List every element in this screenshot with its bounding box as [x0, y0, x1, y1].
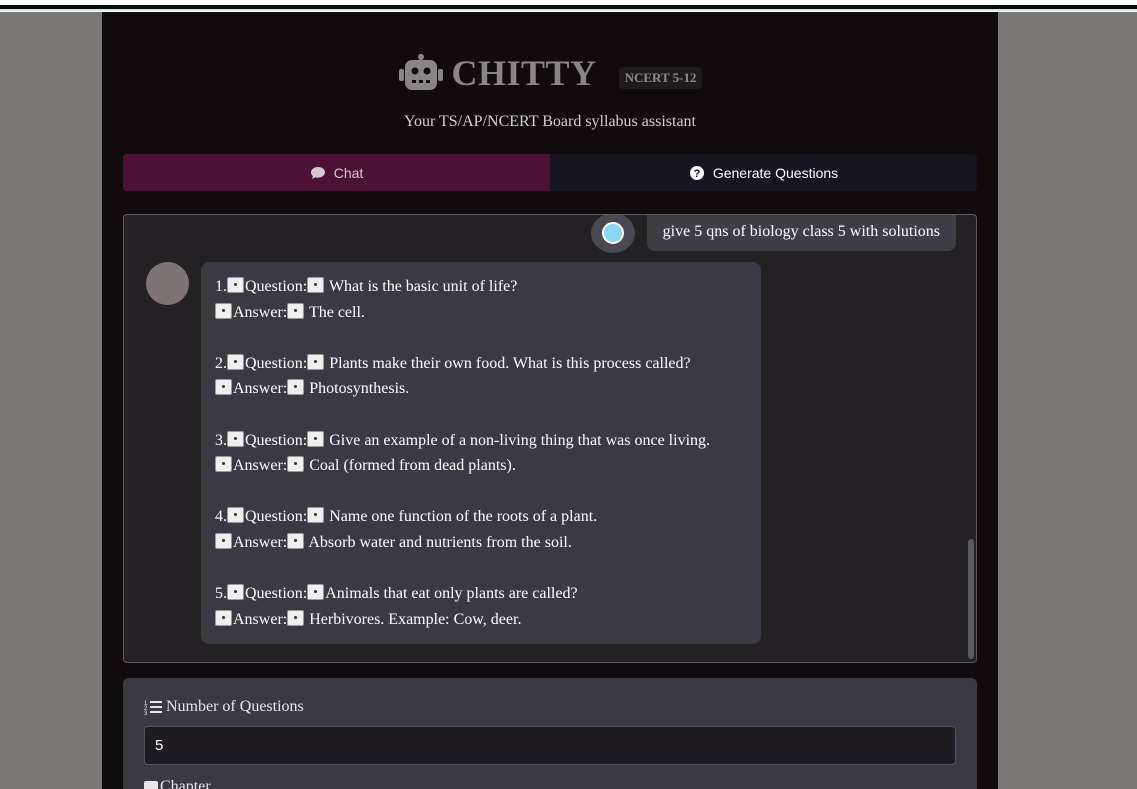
placeholder-glyph-icon: [215, 609, 232, 626]
placeholder-glyph-icon: [287, 302, 305, 319]
qa-item: 5. Question: Animals that eat only plants …: [215, 581, 747, 632]
app-title: CHITTY: [451, 53, 597, 93]
svg-text:?: ?: [693, 168, 700, 180]
question-label: Question:: [245, 354, 308, 372]
question-label: Question:: [245, 431, 308, 449]
num-questions-label-row: 1 2 3 Number of Questions: [144, 698, 304, 716]
placeholder-glyph-icon: [227, 353, 244, 370]
placeholder-glyph-icon: [227, 430, 244, 447]
placeholder-glyph-icon: [215, 456, 232, 473]
placeholder-glyph-icon: [307, 430, 325, 447]
placeholder-glyph-icon: [307, 353, 325, 370]
bot-message-row: 1. Question: What is the basic unit of li…: [146, 262, 761, 645]
placeholder-glyph-icon: [227, 507, 244, 524]
app-subtitle: Your TS/AP/NCERT Board syllabus assistan…: [404, 113, 696, 130]
placeholder-glyph-icon: [307, 584, 325, 601]
browser-top-strip: [0, 0, 1137, 12]
question-line: 4. Question: Name one function of the roo…: [215, 504, 747, 530]
robot-icon: [398, 54, 443, 90]
mode-tabs: Chat ? Generate Questions: [123, 154, 977, 191]
user-avatar: [590, 215, 635, 253]
answer-label: Answer:: [233, 457, 288, 475]
tab-generate-questions[interactable]: ? Generate Questions: [550, 154, 977, 191]
question-line: 1. Question: What is the basic unit of li…: [215, 274, 747, 300]
placeholder-glyph-icon: [215, 302, 232, 319]
question-number: 5.: [215, 585, 227, 603]
question-text: Animals that eat only plants are called?: [325, 585, 578, 603]
placeholder-glyph-icon: [287, 456, 305, 473]
placeholder-glyph-icon: [287, 532, 305, 549]
chat-bubble-icon: [310, 166, 325, 179]
answer-text: The cell.: [308, 303, 365, 321]
answer-text: Photosynthesis.: [309, 380, 410, 398]
answer-line: Answer: The cell.: [215, 300, 747, 326]
svg-text:3: 3: [144, 711, 148, 715]
chapter-icon: [144, 781, 158, 789]
placeholder-glyph-icon: [287, 379, 305, 396]
question-label: Question:: [245, 278, 308, 295]
answer-label: Answer:: [233, 610, 288, 628]
qa-item: 3. Question: Give an example of a non-liv…: [215, 428, 747, 479]
user-avatar-dot: [601, 222, 624, 244]
question-text: Give an example of a non-living thing th…: [329, 431, 711, 449]
num-questions-label: Number of Questions: [166, 698, 304, 715]
question-number: 2.: [215, 354, 227, 372]
question-line: 2. Question: Plants make their own food. …: [215, 351, 747, 377]
user-message: give 5 qns of biology class 5 with solut…: [646, 215, 956, 251]
placeholder-glyph-icon: [215, 379, 232, 396]
question-text: Plants make their own food. What is this…: [329, 354, 691, 372]
tab-chat[interactable]: Chat: [123, 154, 550, 191]
qa-item: 2. Question: Plants make their own food. …: [215, 351, 747, 402]
question-label: Question:: [245, 585, 308, 603]
app-container: CHITTY NCERT 5-12 Your TS/AP/NCERT Board…: [102, 12, 998, 789]
answer-text: Absorb water and nutrients from the soil…: [308, 533, 572, 551]
answer-text: Coal (formed from dead plants).: [309, 457, 516, 475]
tab-chat-label: Chat: [333, 164, 364, 181]
app-header: CHITTY NCERT 5-12: [102, 48, 998, 98]
answer-line: Answer: Herbivores. Example: Cow, deer.: [215, 607, 747, 633]
question-settings-panel: 1 2 3 Number of Questions Chapter: [123, 678, 977, 789]
question-number: 3.: [215, 431, 227, 449]
numbered-list-icon: 1 2 3: [144, 701, 162, 715]
qa-item: 4. Question: Name one function of the roo…: [215, 504, 747, 555]
placeholder-glyph-icon: [287, 609, 305, 626]
answer-line: Answer: Absorb water and nutrients from …: [215, 530, 747, 556]
question-label: Question:: [245, 508, 308, 526]
bot-message: 1. Question: What is the basic unit of li…: [201, 262, 761, 645]
question-text: Name one function of the roots of a plan…: [329, 508, 598, 526]
qa-item: 1. Question: What is the basic unit of li…: [215, 274, 747, 325]
syllabus-badge: NCERT 5-12: [618, 67, 703, 89]
question-number: 4.: [215, 508, 227, 526]
tab-generate-label: Generate Questions: [712, 164, 839, 181]
chapter-label: Chapter: [160, 778, 211, 789]
answer-label: Answer:: [233, 533, 288, 551]
answer-label: Answer:: [233, 303, 288, 321]
chat-scrollbar[interactable]: [968, 539, 974, 659]
chat-window[interactable]: give 5 qns of biology class 5 with solut…: [123, 214, 977, 663]
placeholder-glyph-icon: [215, 532, 232, 549]
answer-text: Herbivores. Example: Cow, deer.: [309, 610, 522, 628]
answer-line: Answer: Photosynthesis.: [215, 376, 747, 402]
question-number: 1.: [215, 278, 227, 295]
num-questions-input[interactable]: [144, 726, 956, 765]
top-accent-line: [0, 9, 1137, 11]
placeholder-glyph-icon: [307, 507, 325, 524]
question-line: 5. Question: Animals that eat only plants …: [215, 581, 747, 607]
answer-line: Answer: Coal (formed from dead plants).: [215, 453, 747, 479]
question-circle-icon: ?: [689, 165, 704, 180]
question-line: 3. Question: Give an example of a non-liv…: [215, 428, 747, 454]
placeholder-glyph-icon: [227, 584, 244, 601]
question-text: What is the basic unit of life?: [328, 278, 518, 295]
placeholder-glyph-icon: [227, 277, 244, 293]
user-message-row: give 5 qns of biology class 5 with solut…: [590, 215, 956, 253]
logo: CHITTY NCERT 5-12: [398, 52, 703, 94]
placeholder-glyph-icon: [307, 277, 325, 293]
bot-avatar: [146, 262, 189, 305]
answer-label: Answer:: [233, 380, 288, 398]
